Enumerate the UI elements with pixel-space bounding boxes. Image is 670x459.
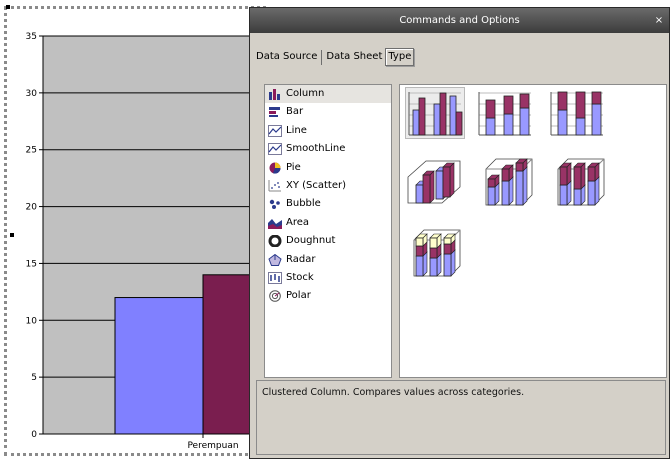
- chart-type-stock[interactable]: Stock: [265, 269, 391, 287]
- chart-type-xy-scatter[interactable]: XY (Scatter): [265, 177, 391, 195]
- area-chart-icon: [268, 218, 282, 229]
- bubble-chart-icon: [269, 200, 280, 210]
- y-tick-label: 30: [26, 89, 38, 99]
- subtype-3d-column[interactable]: [404, 228, 462, 278]
- y-tick-label: 15: [26, 259, 37, 269]
- subtype-100-stacked-column[interactable]: [548, 88, 606, 138]
- pie-chart-icon: [269, 162, 281, 174]
- panel-title: Commands and Options: [399, 15, 520, 26]
- chart-type-label: Polar: [286, 290, 311, 302]
- y-tick-label: 20: [26, 203, 38, 213]
- stock-chart-icon: [268, 271, 282, 284]
- chart-type-label: Area: [286, 216, 310, 228]
- line-chart-icon: [268, 124, 282, 137]
- chart-type-label: Radar: [286, 253, 316, 265]
- panel-tabs: Data Source Data Sheet Type: [253, 48, 415, 66]
- tab-separator: [321, 49, 323, 65]
- subtype-3d-clustered-column[interactable]: [404, 157, 462, 207]
- bar-series-1: [114, 297, 204, 435]
- scatter-chart-icon: [268, 179, 281, 192]
- chart-type-bubble[interactable]: Bubble: [265, 195, 391, 213]
- chart-subtype-gallery[interactable]: [399, 84, 667, 378]
- chart-type-label: XY (Scatter): [286, 179, 347, 191]
- y-tick-label: 10: [26, 316, 38, 326]
- column-chart: 0 5 10 15 20 25 30 35 Perempuan: [26, 32, 263, 451]
- chart-type-area[interactable]: Area: [265, 214, 391, 232]
- chart-type-label: Doughnut: [286, 235, 336, 247]
- chart-type-label: Bubble: [286, 198, 321, 210]
- subtype-3d-stacked-column[interactable]: [476, 157, 534, 207]
- tab-data-source[interactable]: Data Source: [253, 49, 320, 65]
- description-box: Clustered Column. Compares values across…: [256, 380, 666, 455]
- chart-type-label: SmoothLine: [286, 143, 346, 155]
- subtype-3d-clustered-column-icon: [407, 160, 461, 204]
- smoothline-chart-icon: [268, 143, 282, 156]
- subtype-clustered-column-icon: [408, 92, 463, 136]
- commands-and-options-panel: Commands and Options × Data Source Data …: [249, 7, 670, 459]
- tab-type[interactable]: Type: [385, 48, 415, 66]
- subtype-stacked-column-icon: [478, 92, 531, 136]
- chart-type-label: Pie: [286, 161, 301, 173]
- chart-area[interactable]: 0 5 10 15 20 25 30 35 Perempuan: [4, 6, 266, 456]
- chart-type-column[interactable]: Column: [265, 85, 391, 104]
- radar-chart-icon: [268, 253, 282, 266]
- column-chart-icon: [269, 89, 280, 100]
- subtype-3d-column-icon: [413, 229, 461, 277]
- chart-type-bar[interactable]: Bar: [265, 103, 391, 121]
- bar-chart-icon: [269, 107, 280, 118]
- x-tick-label: Perempuan: [187, 441, 238, 451]
- chart-type-pie[interactable]: Pie: [265, 159, 391, 177]
- chart-type-polar[interactable]: Polar: [265, 287, 391, 305]
- subtype-3d-100-stacked-column[interactable]: [548, 157, 606, 207]
- y-tick-label: 35: [26, 32, 37, 42]
- chart-type-label: Column: [286, 88, 325, 99]
- subtype-clustered-column[interactable]: [405, 87, 465, 139]
- chart-type-label: Bar: [286, 106, 304, 118]
- tab-data-sheet[interactable]: Data Sheet: [323, 49, 385, 65]
- doughnut-chart-icon: [268, 235, 282, 248]
- y-tick-label: 0: [31, 430, 37, 440]
- chart-type-label: Stock: [286, 271, 314, 283]
- subtype-stacked-column[interactable]: [476, 88, 534, 138]
- subtype-3d-stacked-column-icon: [485, 158, 533, 206]
- subtype-100-stacked-column-icon: [550, 91, 603, 136]
- chart-type-list[interactable]: Column Bar Line SmoothLine Pie XY (Scatter) Bu…: [264, 84, 392, 378]
- resize-handle-left[interactable]: [10, 233, 14, 237]
- chart-type-smoothline[interactable]: SmoothLine: [265, 140, 391, 158]
- close-icon[interactable]: ×: [653, 8, 665, 33]
- subtype-description: Clustered Column. Compares values across…: [262, 387, 525, 398]
- polar-chart-icon: [269, 290, 281, 303]
- chart-type-line[interactable]: Line: [265, 122, 391, 140]
- panel-titlebar[interactable]: Commands and Options ×: [250, 8, 669, 33]
- chart-type-label: Line: [286, 124, 307, 136]
- resize-handle-top-left[interactable]: [6, 5, 10, 9]
- y-tick-label: 5: [31, 373, 37, 383]
- chart-type-radar[interactable]: Radar: [265, 251, 391, 269]
- chart-type-doughnut[interactable]: Doughnut: [265, 232, 391, 250]
- subtype-3d-100-stacked-column-icon: [557, 158, 605, 206]
- y-tick-label: 25: [26, 146, 37, 156]
